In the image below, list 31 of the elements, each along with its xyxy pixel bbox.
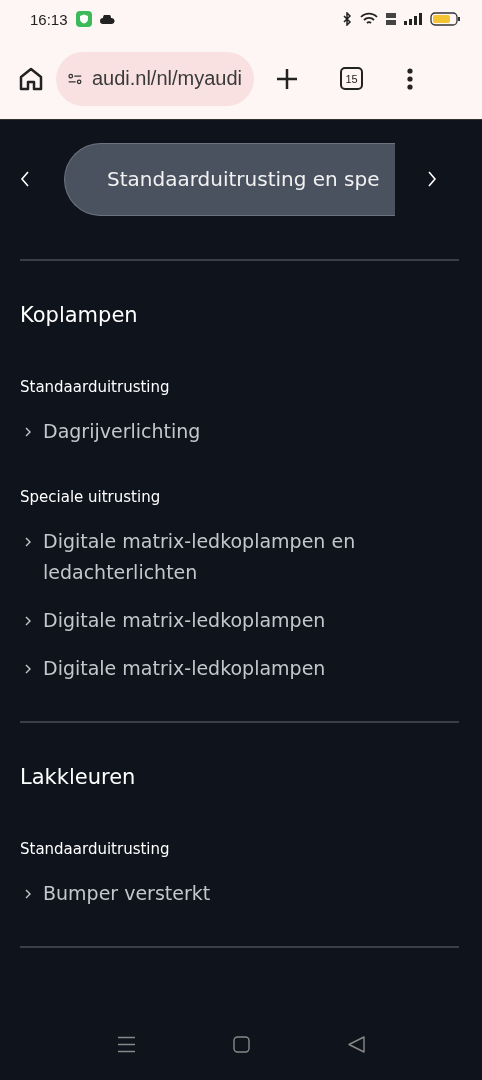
chevron-icon bbox=[25, 427, 31, 437]
chevron-icon bbox=[25, 889, 31, 899]
chevron-icon bbox=[25, 616, 31, 626]
chevron-icon bbox=[25, 537, 31, 547]
status-time: 16:13 bbox=[30, 10, 68, 28]
equipment-link[interactable]: Dagrijverlichting bbox=[43, 416, 201, 447]
equipment-link[interactable]: Digitale matrix-ledkoplampen en ledachterlichten bbox=[43, 526, 413, 588]
group-heading: Standaarduitrusting bbox=[20, 377, 171, 398]
carousel-tab[interactable]: Standaarduitrusting en spe bbox=[64, 142, 395, 216]
home-icon[interactable] bbox=[18, 65, 44, 92]
menu-icon[interactable] bbox=[407, 67, 413, 90]
home-button-icon[interactable] bbox=[232, 1036, 250, 1053]
tab-count[interactable]: 15 bbox=[340, 67, 363, 90]
bluetooth-icon bbox=[343, 12, 352, 26]
section-heading: Koplampen bbox=[20, 302, 139, 329]
recents-icon[interactable] bbox=[117, 1036, 135, 1053]
group-heading: Speciale uitrusting bbox=[20, 487, 162, 508]
equipment-link[interactable]: Bumper versterkt bbox=[43, 878, 211, 909]
new-tab-icon[interactable] bbox=[276, 67, 298, 90]
section-heading: Lakkleuren bbox=[20, 764, 137, 791]
back-icon[interactable] bbox=[347, 1036, 365, 1053]
wifi-icon bbox=[360, 12, 378, 26]
cloud-icon bbox=[99, 14, 115, 24]
shield-icon bbox=[75, 11, 92, 27]
equipment-link[interactable]: Digitale matrix-ledkoplampen bbox=[43, 653, 326, 684]
address-bar[interactable]: audi.nl/nl/myaudi bbox=[56, 51, 254, 106]
battery-icon bbox=[430, 12, 460, 26]
group-heading: Standaarduitrusting bbox=[20, 839, 171, 860]
chevron-icon bbox=[25, 664, 31, 674]
equipment-link[interactable]: Digitale matrix-ledkoplampen bbox=[43, 605, 326, 636]
signal-icon bbox=[404, 13, 422, 25]
